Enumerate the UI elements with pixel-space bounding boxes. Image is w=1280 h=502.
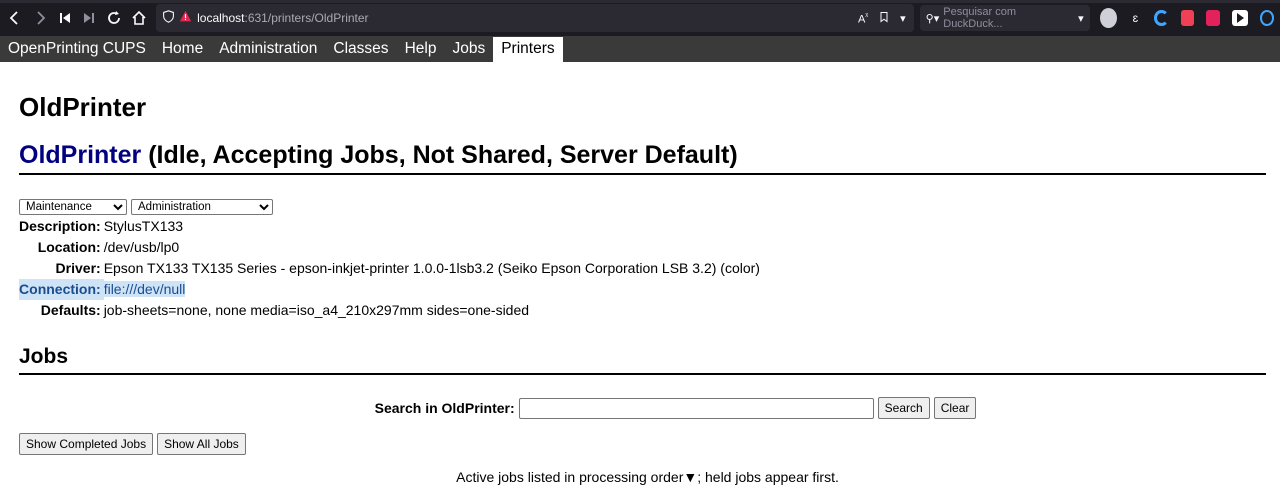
nav-classes[interactable]: Classes bbox=[325, 37, 396, 62]
extension-moon-icon[interactable] bbox=[1154, 10, 1169, 26]
action-selects: Maintenance Administration bbox=[19, 199, 1266, 215]
url-bar[interactable]: localhost:631/printers/OldPrinter Aᵡ ▾ bbox=[156, 4, 914, 32]
main-content: OldPrinter OldPrinter (Idle, Accepting J… bbox=[0, 92, 1280, 485]
defaults-row: Defaults: job-sheets=none, none media=is… bbox=[19, 300, 760, 321]
driver-row: Driver: Epson TX133 TX135 Series - epson… bbox=[19, 258, 760, 279]
tab-strip bbox=[0, 0, 1280, 3]
location-label: Location: bbox=[37, 239, 101, 255]
nav-jobs[interactable]: Jobs bbox=[444, 37, 493, 62]
search-placeholder: Pesquisar com DuckDuck... bbox=[943, 6, 1017, 30]
printer-status: (Idle, Accepting Jobs, Not Shared, Serve… bbox=[141, 141, 738, 169]
back-icon[interactable] bbox=[6, 7, 25, 29]
nav-printers[interactable]: Printers bbox=[493, 37, 563, 62]
printer-info-table: Description: StylusTX133 Location: /dev/… bbox=[19, 216, 760, 321]
browser-toolbar: localhost:631/printers/OldPrinter Aᵡ ▾ ⚲… bbox=[0, 0, 1280, 36]
extension-ghost-icon[interactable]: ɛ bbox=[1128, 10, 1143, 26]
printer-link[interactable]: OldPrinter bbox=[19, 141, 141, 169]
connection-value: file:///dev/null bbox=[103, 281, 186, 297]
extension-play-icon[interactable] bbox=[1231, 10, 1248, 26]
dropdown-icon[interactable]: ▾ bbox=[900, 12, 906, 25]
job-search-input[interactable] bbox=[518, 397, 874, 419]
shield-icon[interactable] bbox=[162, 10, 175, 26]
nav-home[interactable]: Home bbox=[154, 37, 211, 62]
driver-label: Driver: bbox=[55, 260, 101, 276]
translate-icon[interactable]: Aᵡ bbox=[858, 11, 868, 26]
location-value: /dev/usb/lp0 bbox=[103, 239, 180, 255]
extension-pocket-icon[interactable] bbox=[1180, 10, 1195, 26]
driver-value: Epson TX133 TX135 Series - epson-inkjet-… bbox=[103, 260, 760, 276]
nav-help[interactable]: Help bbox=[397, 37, 445, 62]
search-icon: ⚲▾ bbox=[925, 12, 940, 25]
description-row: Description: StylusTX133 bbox=[19, 216, 760, 237]
nav-openprinting-cups[interactable]: OpenPrinting CUPS bbox=[0, 37, 154, 62]
job-filter-buttons: Show Completed Jobs Show All Jobs bbox=[19, 433, 1266, 455]
search-label: Search in OldPrinter: bbox=[374, 400, 515, 416]
bookmark-icon[interactable] bbox=[878, 11, 890, 26]
active-jobs-note: Active jobs listed in processing order▼;… bbox=[456, 469, 839, 485]
account-icon[interactable] bbox=[1099, 8, 1117, 28]
show-completed-jobs-button[interactable]: Show Completed Jobs bbox=[19, 433, 154, 455]
connection-label: Connection: bbox=[19, 279, 104, 300]
job-search-form: Search in OldPrinter: Search Clear bbox=[19, 397, 1266, 419]
skip-back-icon[interactable] bbox=[55, 7, 74, 29]
forward-icon[interactable] bbox=[31, 7, 50, 29]
defaults-value: job-sheets=none, none media=iso_a4_210x2… bbox=[103, 302, 530, 318]
location-row: Location: /dev/usb/lp0 bbox=[19, 237, 760, 258]
connection-value-cell: file:///dev/null bbox=[103, 279, 760, 300]
connection-row: Connection: file:///dev/null bbox=[19, 279, 760, 300]
jobs-heading: Jobs bbox=[19, 345, 1266, 375]
url-host: localhost bbox=[197, 11, 245, 25]
administration-select[interactable]: Administration bbox=[131, 199, 273, 215]
url-path: :631/printers/OldPrinter bbox=[244, 11, 369, 25]
reload-icon[interactable] bbox=[105, 7, 124, 29]
page-title: OldPrinter bbox=[19, 92, 147, 122]
maintenance-select[interactable]: Maintenance bbox=[19, 199, 127, 215]
insecure-warning-icon[interactable] bbox=[179, 10, 192, 26]
search-engine-box[interactable]: ⚲▾ Pesquisar com DuckDuck... ▾ bbox=[919, 5, 1090, 31]
home-icon[interactable] bbox=[129, 7, 148, 29]
defaults-label: Defaults: bbox=[40, 302, 101, 318]
chevron-down-icon[interactable]: ▾ bbox=[1078, 12, 1084, 25]
description-label: Description: bbox=[19, 218, 101, 234]
nav-administration[interactable]: Administration bbox=[211, 37, 325, 62]
skip-forward-icon[interactable] bbox=[80, 7, 99, 29]
cups-navbar: OpenPrinting CUPS Home Administration Cl… bbox=[0, 36, 1280, 62]
clear-button[interactable]: Clear bbox=[933, 397, 977, 419]
description-value: StylusTX133 bbox=[103, 218, 184, 234]
printer-heading: OldPrinter (Idle, Accepting Jobs, Not Sh… bbox=[19, 140, 1266, 175]
show-all-jobs-button[interactable]: Show All Jobs bbox=[157, 433, 246, 455]
extension-red-icon[interactable] bbox=[1206, 10, 1220, 26]
search-button[interactable]: Search bbox=[877, 397, 930, 419]
extension-blue-icon[interactable] bbox=[1259, 10, 1275, 26]
